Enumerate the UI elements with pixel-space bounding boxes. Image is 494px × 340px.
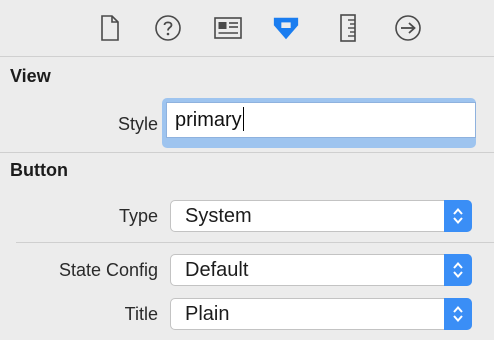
quick-help-icon[interactable] — [154, 14, 182, 42]
title-popup[interactable]: Plain — [170, 298, 472, 330]
attributes-inspector-icon[interactable] — [272, 14, 300, 42]
title-popup-value: Plain — [185, 303, 230, 325]
text-caret — [242, 107, 244, 132]
section-divider — [0, 152, 494, 153]
inspector-toolbar — [0, 0, 494, 57]
file-inspector-icon[interactable] — [96, 14, 124, 42]
row-divider — [16, 242, 494, 243]
state-config-label: State Config — [58, 260, 158, 280]
type-popup-value: System — [185, 205, 252, 227]
type-popup[interactable]: System — [170, 200, 472, 232]
style-field-focus-ring: primary — [162, 98, 476, 148]
identity-inspector-icon[interactable] — [214, 14, 242, 42]
style-field-value: primary — [175, 109, 242, 131]
size-inspector-icon[interactable] — [334, 14, 362, 42]
chevron-up-down-icon — [444, 254, 472, 286]
type-label: Type — [118, 206, 158, 226]
chevron-up-down-icon — [444, 298, 472, 330]
title-label: Title — [124, 304, 158, 324]
style-label: Style — [117, 114, 158, 134]
chevron-up-down-icon — [444, 200, 472, 232]
connections-inspector-icon[interactable] — [394, 14, 422, 42]
state-config-popup-value: Default — [185, 259, 249, 281]
state-config-popup[interactable]: Default — [170, 254, 472, 286]
view-section-title: View — [10, 66, 51, 86]
button-section-title: Button — [10, 160, 68, 180]
style-field[interactable]: primary — [166, 102, 476, 138]
